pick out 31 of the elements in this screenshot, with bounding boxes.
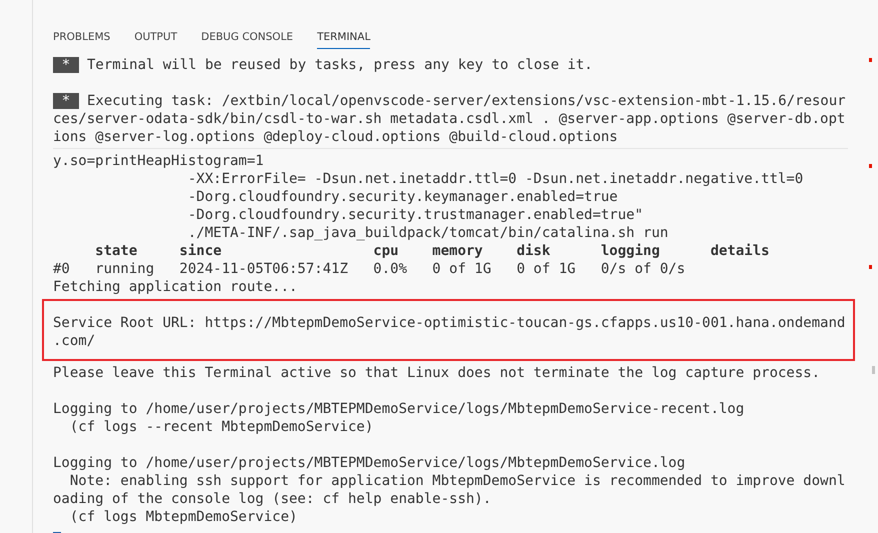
terminal-line: -Dorg.cloudfoundry.security.trustmanager.enabled=true"	[186, 206, 644, 224]
ruler-mark	[869, 265, 872, 269]
terminal-line: -XX:ErrorFile= -Dsun.net.inetaddr.ttl=0 -Dsun.net.inetaddr.negative.ttl=0	[186, 170, 804, 188]
terminal-line: Service Root URL: https://MbtepmDemoService-optimistic-toucan-gs.cfapps.us10-001.hana.ondemand	[53, 314, 846, 332]
terminal-line: state since cpu memory disk logging details	[94, 242, 770, 260]
terminal-line: ions @server-log.options @deploy-cloud.options @build-cloud.options	[53, 128, 618, 146]
terminal-line: ces/server-odata-sdk/bin/csdl-to-war.sh metadata.csdl.xml . @server-app.options @server-db.opt	[53, 110, 846, 128]
task-badge: *	[53, 93, 79, 109]
terminal-line: Note: enabling ssh support for application MbtepmDemoService is recommended to improve downl	[68, 472, 846, 490]
terminal-line: Terminal will be reused by tasks, press any key to close it.	[87, 56, 593, 74]
terminal-line: .com/	[53, 332, 96, 350]
terminal-line: Logging to /home/user/projects/MBTEPMDemoService/logs/MbtepmDemoService.log	[53, 454, 686, 472]
terminal-line: Please leave this Terminal active so that Linux does not terminate the log capture process.	[53, 364, 820, 382]
scrollbar-thumb[interactable]	[872, 366, 875, 374]
panel-tab[interactable]: OUTPUT	[134, 29, 178, 49]
terminal-line: Logging to /home/user/projects/MBTEPMDemoService/logs/MbtepmDemoService-recent.log	[53, 400, 744, 418]
terminal-line: Fetching application route...	[53, 278, 298, 296]
panel-tab[interactable]: PROBLEMS	[53, 29, 110, 49]
terminal-line: y.so=printHeapHistogram=1	[53, 152, 264, 170]
terminal-line: Executing task: /extbin/local/openvscode-server/extensions/vsc-extension-mbt-1.15.6/resour	[87, 92, 846, 110]
panel-tab[interactable]: TERMINAL	[317, 29, 370, 49]
terminal-line: #0 running 2024-11-05T06:57:41Z 0.0% 0 of 1G 0 of 1G 0/s of 0/s	[53, 260, 686, 278]
ruler-mark	[869, 164, 872, 168]
terminal-line: (cf logs --recent MbtepmDemoService)	[68, 418, 374, 436]
terminal-line: -Dorg.cloudfoundry.security.keymanager.enabled=true	[186, 188, 618, 206]
terminal-line: (cf logs MbtepmDemoService)	[68, 508, 298, 526]
terminal-line: ./META-INF/.sap_java_buildpack/tomcat/bin/catalina.sh run	[186, 224, 668, 242]
panel-tab[interactable]: DEBUG CONSOLE	[201, 29, 294, 49]
task-badge: *	[53, 57, 79, 73]
ruler-mark	[869, 58, 872, 62]
terminal-line: oading of the console log (see: cf help enable-ssh).	[53, 490, 492, 508]
